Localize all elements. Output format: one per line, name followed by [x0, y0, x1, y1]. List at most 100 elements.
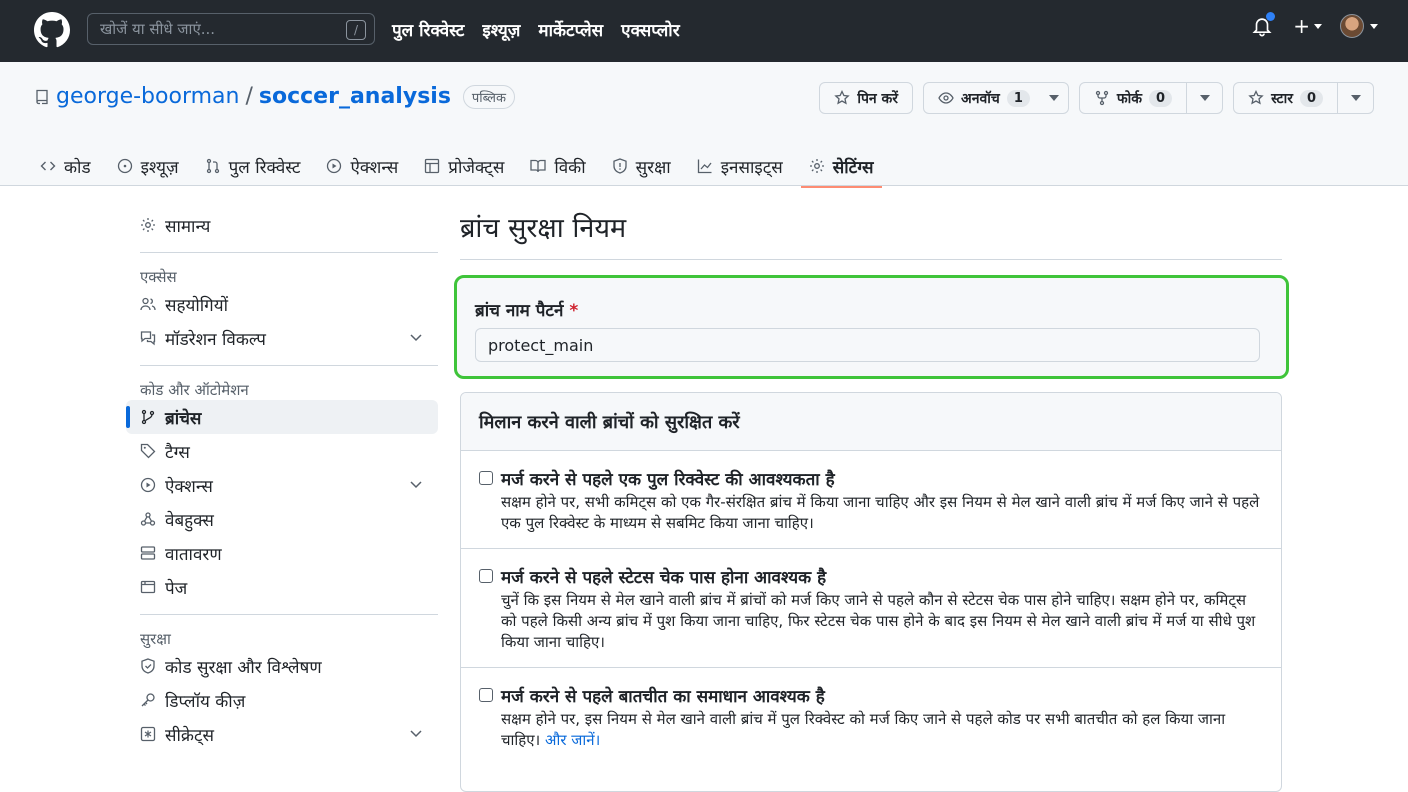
watch-label: अनवॉच — [961, 90, 1000, 107]
require-conversation-resolution-checkbox[interactable] — [479, 688, 493, 702]
require-pr-checkbox[interactable] — [479, 471, 493, 485]
key-icon — [141, 693, 155, 707]
star-button[interactable]: स्टार 0 — [1233, 82, 1374, 114]
rule-description: चुनें कि इस नियम से मेल खाने वाली ब्रांच… — [501, 591, 1256, 651]
sidebar-item-label: सीक्रेट्स — [165, 725, 215, 746]
search-input[interactable]: खोजें या सीधे जाएं... / — [87, 13, 375, 45]
gear-icon — [809, 159, 824, 173]
branch-icon — [141, 409, 155, 425]
rule-require-conversation-resolution: मर्ज करने से पहले बातचीत का समाधान आवश्य… — [461, 668, 1281, 765]
tab-issues[interactable]: इश्यूज़ — [117, 146, 179, 186]
chevron-down-icon — [1370, 23, 1378, 29]
table-icon — [425, 158, 440, 174]
tab-label: ऐक्शन्स — [350, 157, 399, 178]
book-icon — [530, 159, 546, 173]
tab-pull-requests[interactable]: पुल रिक्वेस्ट — [205, 146, 301, 186]
tab-label: पुल रिक्वेस्ट — [228, 157, 301, 178]
learn-more-link[interactable]: और जानें। — [545, 731, 600, 749]
tab-label: सेटिंग्स — [832, 157, 874, 178]
tab-wiki[interactable]: विकी — [530, 146, 586, 186]
rule-title: मर्ज करने से पहले बातचीत का समाधान आवश्य… — [501, 687, 825, 707]
nav-explore[interactable]: एक्सप्लोर — [621, 18, 679, 41]
fork-dropdown[interactable] — [1186, 83, 1222, 113]
rule-description-text: सक्षम होने पर, इस नियम से मेल खाने वाली … — [501, 710, 1226, 749]
tab-actions[interactable]: ऐक्शन्स — [326, 146, 398, 186]
header-actions: + — [1251, 12, 1378, 38]
sidebar-heading-code-automation: कोड और ऑटोमेशन — [140, 381, 249, 399]
tab-settings[interactable]: सेटिंग्स — [800, 146, 882, 188]
breadcrumb-separator: / — [245, 84, 253, 109]
gear-icon — [141, 218, 155, 232]
chevron-down-icon — [1314, 23, 1322, 29]
tab-label: सुरक्षा — [635, 157, 671, 178]
sidebar-item-collaborators[interactable]: सहयोगियों — [126, 287, 438, 321]
notification-dot — [1266, 12, 1276, 21]
pin-label: पिन करें — [857, 90, 899, 107]
settings-sidebar: सामान्य एक्सेस सहयोगियों मॉडरेशन विकल्प … — [126, 208, 438, 751]
eye-icon — [938, 92, 954, 104]
branch-pattern-label-text: ब्रांच नाम पैटर्न — [475, 301, 564, 321]
sidebar-item-label: सामान्य — [165, 216, 211, 237]
repo-owner-link[interactable]: george-boorman — [56, 84, 239, 109]
create-new-button[interactable]: + — [1293, 14, 1322, 38]
chevron-down-icon[interactable] — [410, 334, 422, 342]
fork-button[interactable]: फोर्क 0 — [1078, 82, 1224, 114]
graph-icon — [697, 159, 712, 174]
tab-label: कोड — [64, 157, 91, 178]
pin-button[interactable]: पिन करें — [819, 82, 914, 114]
nav-pull-requests[interactable]: पुल रिक्वेस्ट — [392, 18, 464, 41]
watch-button[interactable]: अनवॉच 1 — [923, 82, 1069, 114]
page-title: ब्रांच सुरक्षा नियम — [460, 208, 1282, 260]
tab-security[interactable]: सुरक्षा — [612, 146, 671, 186]
sidebar-item-label: सहयोगियों — [165, 295, 229, 316]
pull-request-icon — [206, 158, 219, 174]
watch-count: 1 — [1006, 89, 1030, 107]
require-status-checks-checkbox[interactable] — [479, 569, 493, 583]
play-icon — [327, 158, 342, 174]
sidebar-item-environments[interactable]: वातावरण — [126, 536, 438, 570]
chevron-down-icon[interactable] — [410, 730, 422, 738]
sidebar-item-secrets[interactable]: सीक्रेट्स — [126, 717, 438, 751]
nav-marketplace[interactable]: मार्केटप्लेस — [538, 18, 603, 41]
global-header: खोजें या सीधे जाएं... / पुल रिक्वेस्ट इश… — [0, 0, 1408, 62]
github-logo-icon[interactable] — [34, 12, 70, 48]
rule-description: सक्षम होने पर, सभी कमिट्स को एक गैर-संरक… — [501, 493, 1260, 532]
sidebar-item-branches[interactable]: ब्रांचेस — [126, 400, 438, 434]
sidebar-item-tags[interactable]: टैग्स — [126, 434, 438, 468]
star-count: 0 — [1299, 89, 1323, 107]
sidebar-heading-security: सुरक्षा — [140, 630, 171, 648]
sidebar-item-code-security[interactable]: कोड सुरक्षा और विश्लेषण — [126, 649, 438, 683]
key-asterisk-icon — [140, 726, 156, 742]
nav-issues[interactable]: इश्यूज़ — [482, 18, 520, 41]
watch-dropdown[interactable] — [1040, 83, 1068, 113]
sidebar-item-deploy-keys[interactable]: डिप्लॉय कीज़ — [126, 683, 438, 717]
sidebar-item-actions[interactable]: ऐक्शन्स — [126, 468, 438, 502]
comment-discussion-icon — [140, 331, 156, 346]
plus-icon: + — [1293, 14, 1310, 38]
user-menu-button[interactable] — [1340, 14, 1378, 38]
search-placeholder: खोजें या सीधे जाएं... — [100, 20, 216, 38]
sidebar-item-general[interactable]: सामान्य — [126, 208, 438, 242]
sidebar-item-pages[interactable]: पेज — [126, 570, 438, 604]
play-icon — [140, 477, 156, 493]
notifications-bell-icon[interactable] — [1251, 12, 1276, 38]
protect-branches-panel: मिलान करने वाली ब्रांचों को सुरक्षित करे… — [460, 392, 1282, 792]
branch-name-pattern-section: ब्रांच नाम पैटर्न * — [454, 275, 1289, 379]
fork-icon — [1095, 90, 1109, 106]
tab-label: इश्यूज़ — [140, 157, 179, 178]
rule-title: मर्ज करने से पहले स्टेटस चेक पास होना आव… — [501, 568, 827, 588]
sidebar-item-webhooks[interactable]: वेबहुक्स — [126, 502, 438, 536]
tab-insights[interactable]: इनसाइट्स — [697, 146, 783, 186]
star-icon — [1248, 90, 1264, 105]
repo-name-link[interactable]: soccer_analysis — [259, 84, 451, 109]
sidebar-item-moderation[interactable]: मॉडरेशन विकल्प — [126, 321, 438, 355]
server-icon — [140, 546, 156, 560]
rule-require-pull-request: मर्ज करने से पहले एक पुल रिक्वेस्ट की आव… — [461, 451, 1281, 549]
star-dropdown[interactable] — [1337, 83, 1373, 113]
panel-heading: मिलान करने वाली ब्रांचों को सुरक्षित करे… — [461, 393, 1281, 451]
chevron-down-icon[interactable] — [410, 481, 422, 489]
issue-icon — [117, 158, 132, 174]
tab-projects[interactable]: प्रोजेक्ट्स — [424, 146, 504, 186]
tab-code[interactable]: कोड — [40, 146, 91, 186]
branch-pattern-input[interactable] — [475, 328, 1260, 362]
